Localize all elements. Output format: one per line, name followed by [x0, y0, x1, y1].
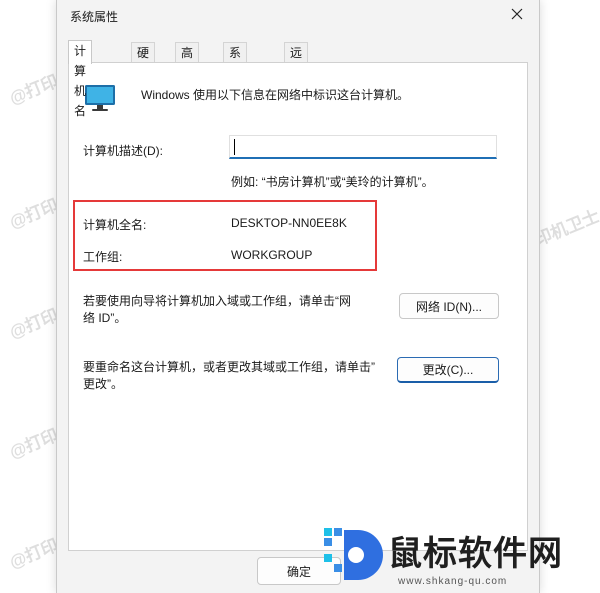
- tab-computer-name[interactable]: 计算机名: [68, 40, 93, 118]
- full-name-value: DESKTOP-NN0EE8K: [231, 216, 347, 230]
- close-button[interactable]: [503, 2, 531, 26]
- computer-name-panel: Windows 使用以下信息在网络中标识这台计算机。 计算机描述(D): 例如:…: [68, 62, 528, 551]
- network-id-text-line2: 络 ID”。: [83, 311, 127, 325]
- network-id-button[interactable]: 网络 ID(N)...: [399, 293, 499, 319]
- logo-mark-icon: [324, 528, 383, 580]
- tab-advanced[interactable]: 高级: [175, 42, 200, 80]
- change-button[interactable]: 更改(C)...: [397, 357, 499, 383]
- tab-remote[interactable]: 远程: [284, 42, 309, 80]
- text-caret: [234, 139, 235, 155]
- network-id-text-line1: 若要使用向导将计算机加入域或工作组，请单击“网: [83, 294, 351, 308]
- computer-icon: [85, 85, 115, 111]
- site-logo: 鼠标软件网 www.shkang-qu.com: [322, 522, 592, 592]
- dialog-title: 系统属性: [70, 10, 119, 24]
- rename-text-line1: 要重命名这台计算机，或者更改其域或工作组，请单击”: [83, 360, 375, 374]
- tab-system-protection[interactable]: 系统保护: [223, 42, 248, 120]
- rename-text-line2: 更改”。: [83, 377, 123, 391]
- intro-text: Windows 使用以下信息在网络中标识这台计算机。: [141, 88, 410, 102]
- system-properties-dialog: 系统属性 计算机名 硬件 高级 系统保护 远程 Windows 使用以下信息在网…: [56, 0, 540, 593]
- title-bar: 系统属性: [57, 0, 539, 30]
- full-name-label: 计算机全名:: [83, 218, 147, 232]
- description-hint: 例如: “书房计算机”或“美玲的计算机”。: [231, 175, 434, 189]
- description-label: 计算机描述(D):: [83, 144, 163, 158]
- workgroup-value: WORKGROUP: [231, 248, 313, 262]
- close-icon: [511, 8, 523, 20]
- computer-description-input[interactable]: [229, 135, 497, 159]
- tab-hardware[interactable]: 硬件: [131, 42, 156, 80]
- logo-url: www.shkang-qu.com: [398, 576, 508, 587]
- logo-text: 鼠标软件网: [388, 535, 563, 573]
- workgroup-label: 工作组:: [83, 250, 123, 264]
